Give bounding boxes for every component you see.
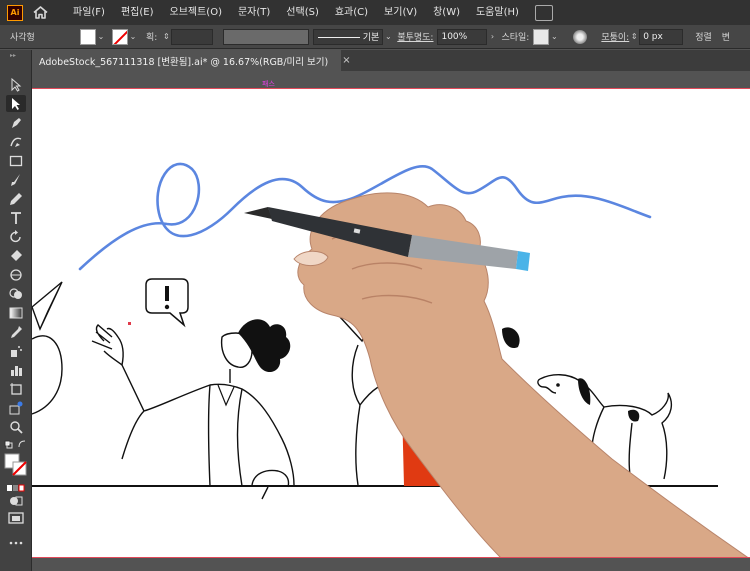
dog-ear — [578, 378, 591, 405]
style-label: 스타일: — [501, 33, 530, 43]
control-bar: 사각형 ⌄ ⌄ 획: ⇕ 기본 ⌄ 불투명도: 100% › 스타일: ⌄ 모퉁… — [0, 25, 750, 49]
menu-edit[interactable]: 편집(E) — [113, 0, 162, 25]
corner-label[interactable]: 모퉁이: — [601, 30, 629, 43]
brush-dropdown-icon[interactable]: ⌄ — [383, 32, 393, 41]
anchor-point — [128, 322, 131, 325]
gradient-icon[interactable] — [6, 304, 26, 321]
menu-view[interactable]: 보기(V) — [376, 0, 425, 25]
close-tab-icon[interactable]: × — [342, 55, 350, 66]
symbol-sprayer-icon[interactable] — [6, 342, 26, 359]
dog-spots — [628, 409, 640, 422]
type-icon[interactable] — [6, 209, 26, 226]
paintbrush-icon[interactable] — [6, 171, 26, 188]
paper-plane-drawing — [32, 281, 63, 331]
stroke-swatch[interactable] — [112, 28, 128, 45]
panel-grip: ▸▸ — [0, 50, 32, 59]
pen-icon[interactable] — [6, 114, 26, 131]
exclamation-bar — [165, 286, 169, 301]
illustrator-logo: Ai — [7, 4, 23, 21]
dog-snout — [537, 378, 557, 394]
pencil-icon[interactable] — [6, 190, 26, 207]
menu-object[interactable]: 오브젝트(O) — [162, 0, 230, 25]
opacity-label[interactable]: 불투명도: — [397, 30, 433, 43]
stylus-pen-tip — [244, 207, 272, 219]
svg-text:▸▸: ▸▸ — [10, 52, 16, 58]
menu-type[interactable]: 문자(T) — [230, 0, 278, 25]
slice-icon[interactable] — [6, 399, 26, 416]
waving-hand — [91, 324, 124, 367]
screen-mode-icon[interactable] — [6, 509, 26, 526]
arrange-documents-icon[interactable] — [534, 4, 553, 21]
canvas-area[interactable]: 패스 — [32, 71, 750, 571]
menu-select[interactable]: 선택(S) — [278, 0, 327, 25]
fill-dropdown-icon[interactable]: ⌄ — [96, 32, 106, 41]
speech-bubble — [145, 278, 189, 328]
more-tools-icon[interactable] — [6, 534, 26, 551]
corner-field[interactable]: 0 px — [639, 28, 684, 45]
fill-stroke-icon[interactable] — [4, 453, 28, 477]
draw-mode-icon[interactable] — [6, 492, 26, 509]
corner-stepper[interactable]: ⇕ — [629, 32, 639, 41]
thinking-person-hair — [502, 327, 520, 349]
transform-label[interactable]: 변 — [722, 30, 730, 43]
shape-builder-icon[interactable] — [6, 285, 26, 302]
curvature-icon[interactable] — [6, 133, 26, 150]
document-tab[interactable]: AdobeStock_567111318 [변환됨].ai* @ 16.67%(… — [32, 50, 351, 71]
menu-items: 파일(F) 편집(E) 오브젝트(O) 문자(T) 선택(S) 효과(C) 보기… — [65, 0, 527, 25]
brush-definition-field[interactable]: 기본 — [313, 28, 384, 45]
waving-woman-collar — [217, 384, 235, 407]
left-person-outline — [32, 335, 63, 415]
menu-bar: Ai 파일(F) 편집(E) 오브젝트(O) 문자(T) 선택(S) 효과(C)… — [0, 0, 750, 25]
fill-swatch[interactable] — [80, 28, 96, 45]
fill-stroke-reset-icons[interactable] — [2, 436, 30, 453]
width-icon[interactable] — [6, 266, 26, 283]
exclamation-dot — [164, 304, 170, 310]
hand-photo — [297, 192, 748, 557]
waving-woman-body — [121, 364, 295, 487]
menu-effect[interactable]: 효과(C) — [327, 0, 376, 25]
home-icon[interactable] — [31, 4, 49, 22]
stroke-line-preview — [318, 36, 361, 38]
document-tab-title: AdobeStock_567111318 [변환됨].ai* @ 16.67%(… — [39, 56, 329, 68]
document-tab-bar: AdobeStock_567111318 [변환됨].ai* @ 16.67%(… — [32, 50, 750, 71]
stroke-weight-field[interactable] — [171, 28, 214, 45]
stroke-dropdown-icon[interactable]: ⌄ — [128, 32, 138, 41]
opacity-field[interactable]: 100% — [437, 28, 488, 45]
menu-file[interactable]: 파일(F) — [65, 0, 113, 25]
object-type-label: 사각형 — [10, 33, 35, 43]
selection-icon[interactable] — [6, 76, 26, 93]
stroke-weight-label: 획: — [146, 33, 158, 43]
align-label[interactable]: 정렬 — [695, 30, 712, 43]
stylus-pen-end-cap — [516, 251, 530, 271]
stroke-weight-stepper[interactable]: ⇕ — [161, 32, 171, 41]
pointing-hand — [251, 469, 290, 500]
artboard[interactable] — [32, 88, 750, 558]
variable-width-profile[interactable] — [223, 28, 310, 45]
eraser-icon[interactable] — [6, 247, 26, 264]
recolor-artwork-icon[interactable] — [573, 29, 588, 44]
zoom-icon[interactable] — [6, 418, 26, 435]
artwork — [32, 162, 748, 557]
menu-window[interactable]: 창(W) — [425, 0, 468, 25]
style-dropdown-icon[interactable]: ⌄ — [549, 32, 559, 41]
rotate-icon[interactable] — [6, 228, 26, 245]
dog-eye — [556, 383, 560, 387]
opacity-dropdown-icon[interactable]: › — [487, 32, 497, 41]
eyedropper-icon[interactable] — [6, 323, 26, 340]
menu-help[interactable]: 도움말(H) — [468, 0, 527, 25]
graphic-style-swatch[interactable] — [533, 28, 550, 45]
graph-icon[interactable] — [6, 361, 26, 378]
direct-selection-icon[interactable] — [6, 95, 26, 112]
tools-panel: ▸▸ — [0, 50, 32, 571]
artboard-icon[interactable] — [6, 380, 26, 397]
rectangle-icon[interactable] — [6, 152, 26, 169]
